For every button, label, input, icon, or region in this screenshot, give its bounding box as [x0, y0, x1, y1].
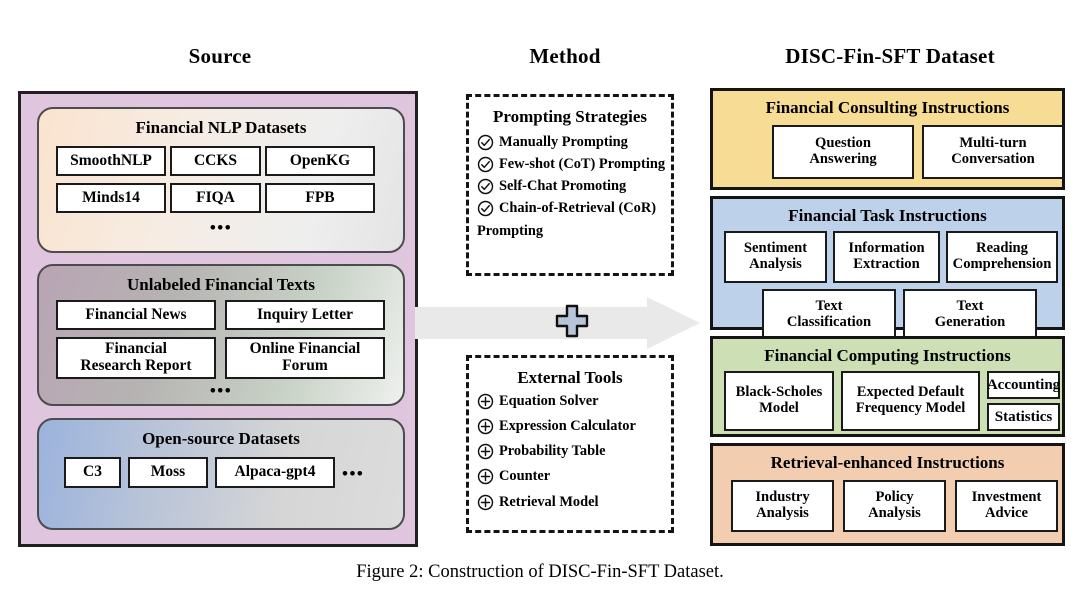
prompting-item-label: Manually Prompting: [499, 134, 628, 150]
chip-openkg: OpenKG: [265, 146, 375, 176]
column-title-source: Source: [188, 44, 252, 68]
chip-expected-default-frequency-model: Expected Default Frequency Model: [841, 371, 980, 431]
prompting-item-label: Few-shot (CoT) Prompting: [499, 156, 666, 173]
ellipsis-more: •••: [342, 464, 365, 483]
tool-item-equation-solver: Equation Solver: [477, 392, 665, 411]
external-tools-box: External Tools Equation Solver Expressio…: [466, 355, 674, 533]
chip-financial-news: Financial News: [56, 300, 216, 330]
prompting-item-manually: Manually Prompting: [477, 133, 665, 152]
external-tools-list: Equation Solver Expression Calculator Pr…: [477, 392, 665, 518]
tool-item-label: Counter: [499, 468, 551, 485]
chip-black-scholes-model: Black-Scholes Model: [724, 371, 834, 431]
chip-sentiment-analysis: Sentiment Analysis: [724, 231, 827, 283]
chip-ccks: CCKS: [170, 146, 261, 176]
chip-fiqa: FIQA: [170, 183, 261, 213]
chip-accounting: Accounting: [987, 371, 1060, 399]
chip-multi-turn-conversation: Multi-turn Conversation: [922, 125, 1064, 179]
tool-item-probability-table: Probability Table: [477, 442, 665, 461]
plus-circle-icon: [477, 393, 494, 410]
chip-text-classification: Text Classification: [762, 289, 896, 341]
plus-circle-icon: [477, 443, 494, 460]
chip-statistics: Statistics: [987, 403, 1060, 431]
panel-title: Financial Computing Instructions: [764, 346, 1011, 365]
plus-circle-icon: [477, 468, 494, 485]
group-title: Financial NLP Datasets: [135, 118, 307, 137]
plus-circle-icon: [477, 418, 494, 435]
prompting-strategies-box: Prompting Strategies Manually Prompting: [466, 94, 674, 276]
prompting-item-label: Chain-of-Retrieval (CoR): [499, 200, 657, 217]
tool-item-expression-calculator: Expression Calculator: [477, 417, 665, 436]
panel-retrieval-enhanced-instructions: Retrieval-enhanced Instructions Industry…: [710, 443, 1065, 546]
column-title-method: Method: [529, 44, 601, 68]
check-circle-icon: [477, 156, 494, 173]
ellipsis-more: •••: [209, 381, 233, 400]
tool-item-label: Equation Solver: [499, 393, 599, 409]
group-unlabeled-financial-texts: Unlabeled Financial Texts Financial News…: [37, 264, 405, 406]
prompting-item-label: Self-Chat Promoting: [499, 178, 627, 195]
chip-alpaca-gpt4: Alpaca-gpt4: [215, 457, 335, 488]
group-open-source-datasets: Open-source Datasets C3 Moss Alpaca-gpt4…: [37, 418, 405, 530]
external-tools-title: External Tools: [517, 368, 623, 387]
chip-information-extraction: Information Extraction: [833, 231, 940, 283]
tool-item-label: Retrieval Model: [499, 493, 599, 510]
group-title: Open-source Datasets: [142, 429, 300, 448]
prompting-item-label: Prompting: [477, 222, 544, 239]
chip-question-answering: Question Answering: [772, 125, 914, 179]
chip-reading-comprehension: Reading Comprehension: [946, 231, 1058, 283]
chip-online-financial-forum: Online Financial Forum: [225, 337, 385, 379]
prompting-item-chain-of-retrieval: Chain-of-Retrieval (CoR): [477, 199, 665, 218]
chip-fpb: FPB: [265, 183, 375, 213]
tool-item-label: Probability Table: [499, 443, 606, 460]
chip-c3: C3: [64, 457, 121, 488]
chip-minds14: Minds14: [56, 183, 166, 213]
plus-circle-icon: [477, 494, 494, 511]
chip-industry-analysis: Industry Analysis: [731, 480, 834, 532]
tool-item-counter: Counter: [477, 467, 665, 486]
panel-financial-task-instructions: Financial Task Instructions Sentiment An…: [710, 196, 1065, 341]
ellipsis-more: •••: [209, 218, 233, 237]
chip-text-generation: Text Generation: [903, 289, 1037, 341]
column-title-dataset: DISC-Fin-SFT Dataset: [785, 44, 995, 68]
tool-item-retrieval-model: Retrieval Model: [477, 493, 665, 512]
prompting-strategies-title: Prompting Strategies: [492, 107, 648, 126]
panel-financial-computing-instructions: Financial Computing Instructions Black-S…: [710, 336, 1065, 437]
prompting-item-continuation: Prompting: [477, 222, 665, 241]
tool-item-label: Expression Calculator: [499, 418, 636, 435]
chip-financial-research-report: Financial Research Report: [56, 337, 216, 379]
check-circle-icon: [477, 200, 494, 217]
figure-caption: Figure 2: Construction of DISC-Fin-SFT D…: [356, 562, 724, 582]
panel-title: Retrieval-enhanced Instructions: [770, 453, 1005, 472]
panel-title: Financial Task Instructions: [788, 206, 987, 225]
chip-moss: Moss: [128, 457, 208, 488]
chip-smoothnlp: SmoothNLP: [56, 146, 166, 176]
group-title: Unlabeled Financial Texts: [127, 275, 315, 294]
figure-container: Source Method DISC-Fin-SFT Dataset Finan…: [0, 0, 1080, 607]
chip-policy-analysis: Policy Analysis: [843, 480, 946, 532]
group-financial-nlp-datasets: Financial NLP Datasets SmoothNLP CCKS Op…: [37, 107, 405, 253]
plus-badge-icon: [555, 304, 589, 338]
panel-financial-consulting-instructions: Financial Consulting Instructions Questi…: [710, 88, 1065, 190]
check-circle-icon: [477, 178, 494, 195]
source-panel: Financial NLP Datasets SmoothNLP CCKS Op…: [18, 91, 418, 547]
prompting-item-self-chat: Self-Chat Promoting: [477, 177, 665, 196]
check-circle-icon: [477, 134, 494, 151]
chip-investment-advice: Investment Advice: [955, 480, 1058, 532]
prompting-item-few-shot: Few-shot (CoT) Prompting: [477, 155, 665, 174]
prompting-strategies-list: Manually Prompting Few-shot (CoT) Prompt…: [477, 133, 665, 244]
chip-inquiry-letter: Inquiry Letter: [225, 300, 385, 330]
panel-title: Financial Consulting Instructions: [765, 98, 1010, 117]
